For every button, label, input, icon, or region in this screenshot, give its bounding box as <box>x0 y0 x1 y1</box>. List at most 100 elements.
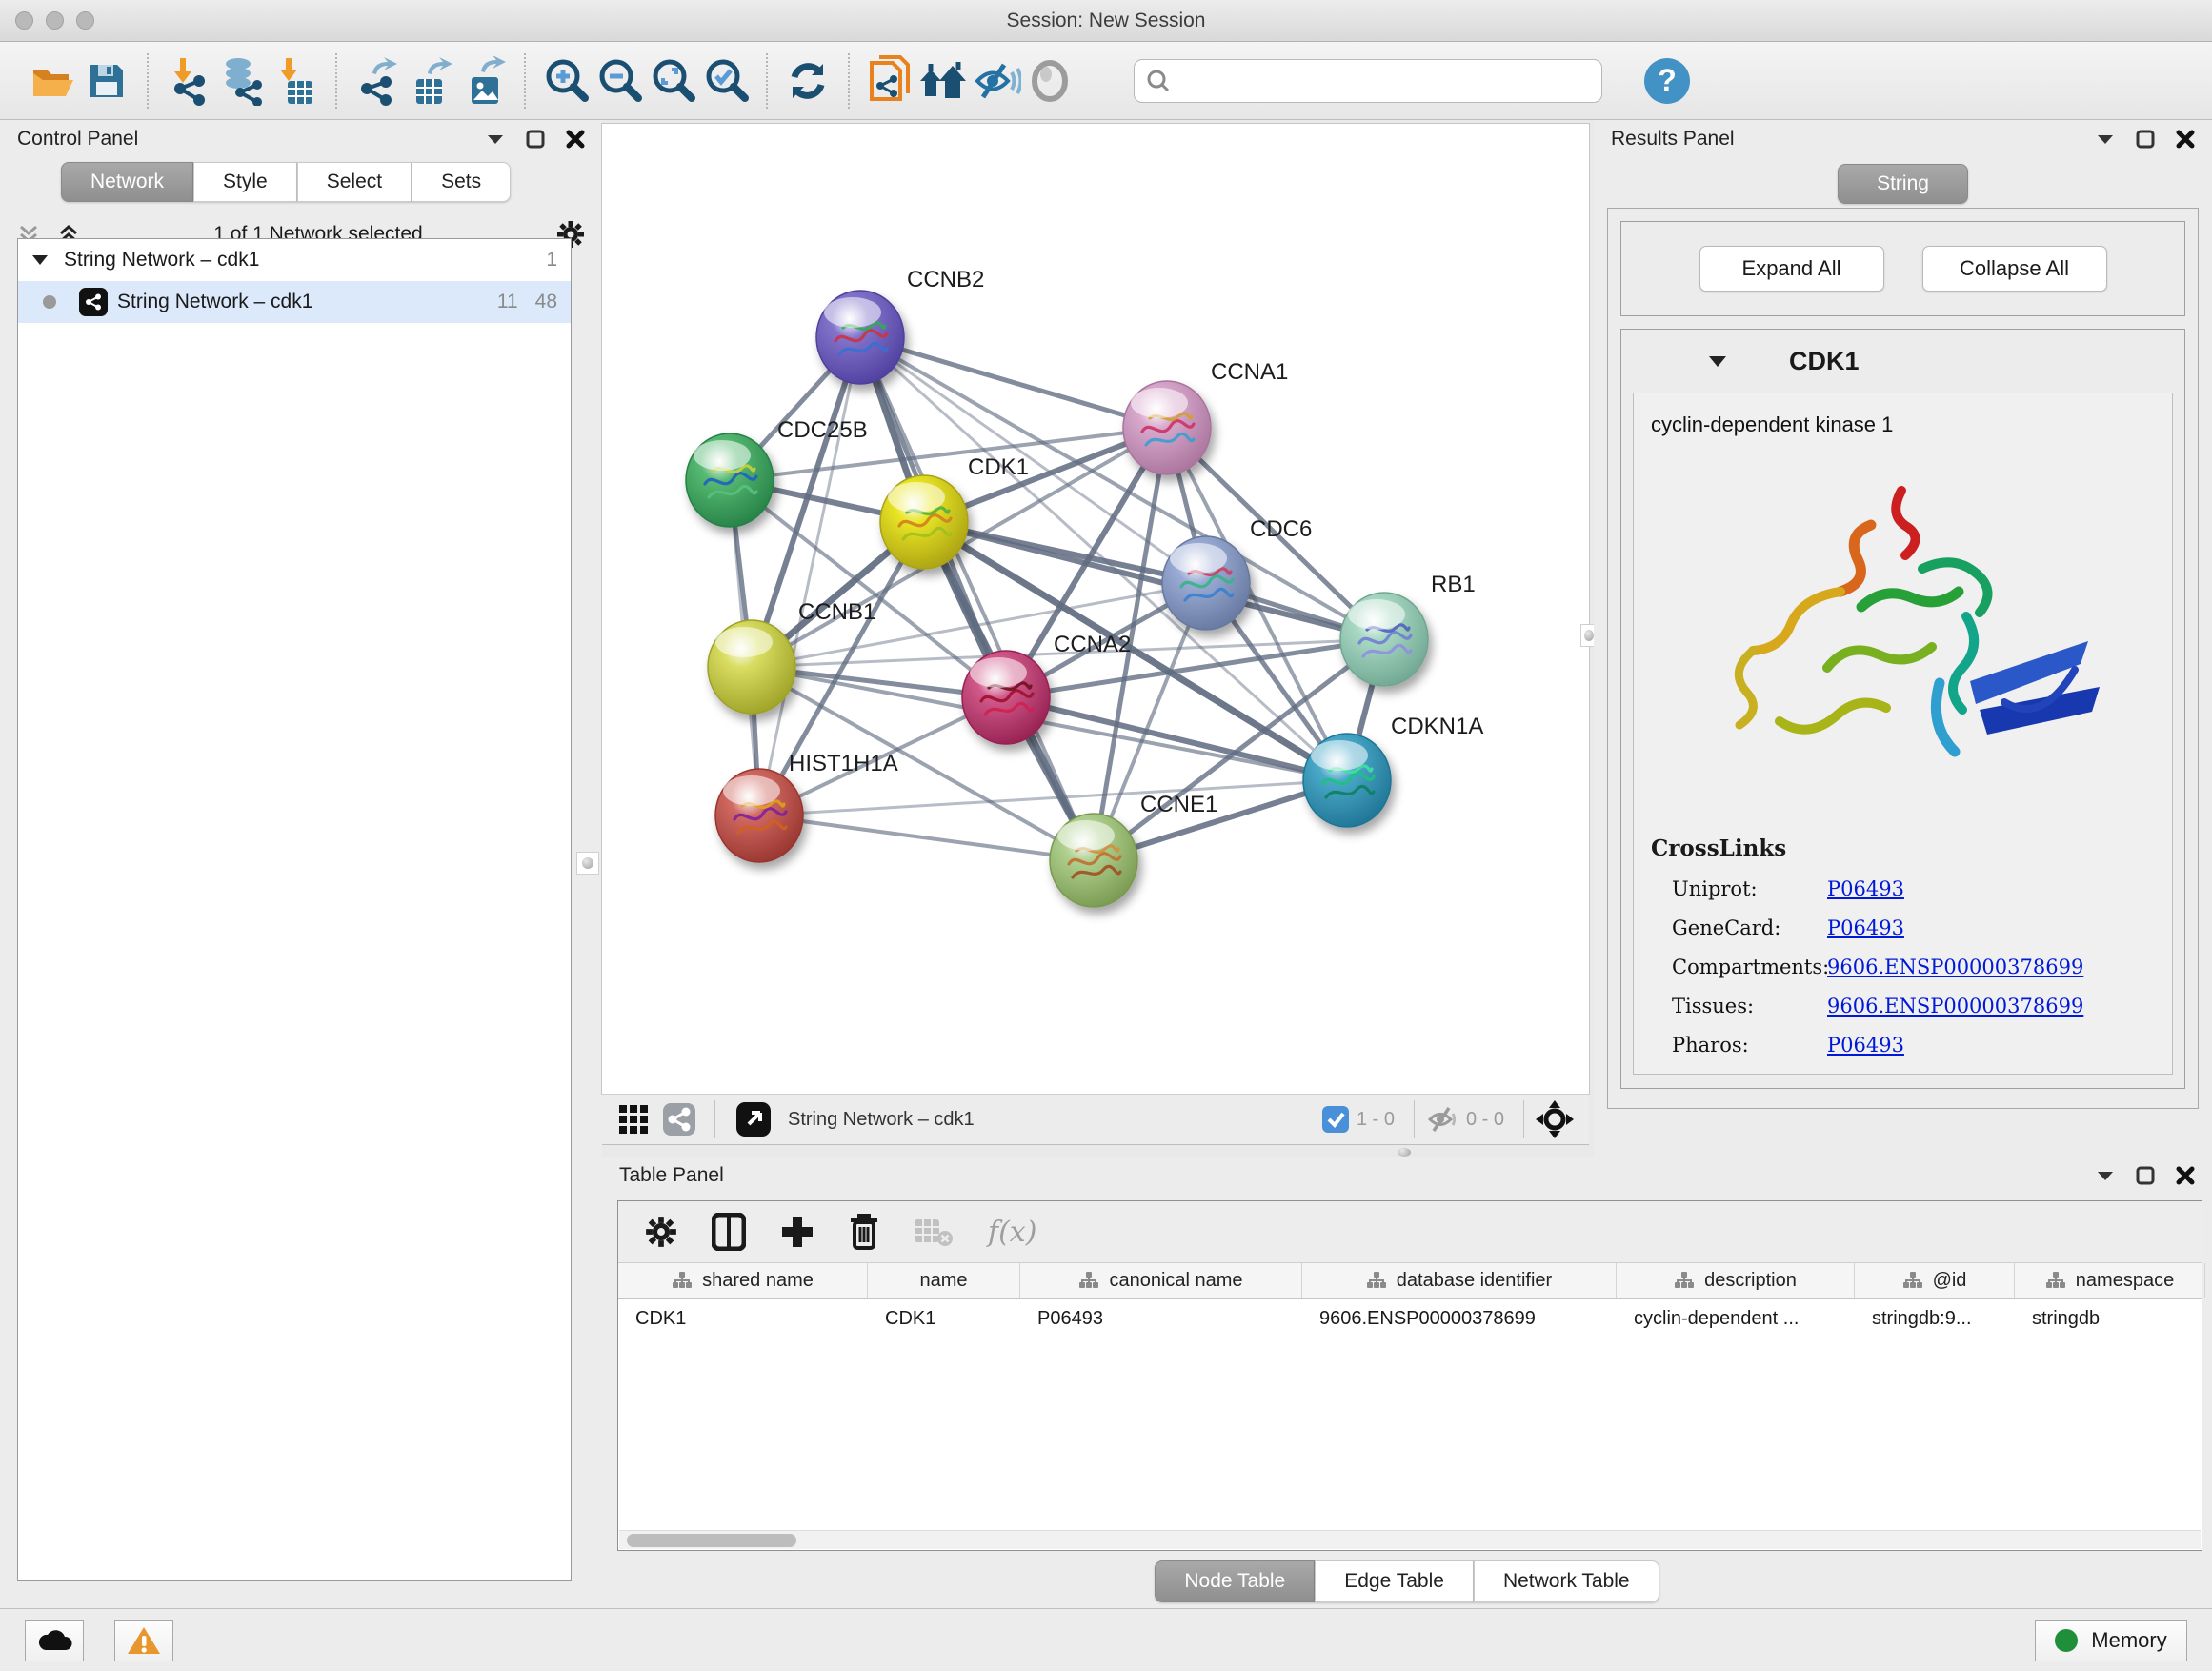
panel-menu-icon[interactable] <box>2096 132 2115 146</box>
tab-edge-table[interactable]: Edge Table <box>1315 1560 1474 1602</box>
network-edge-HIST1H1A-CCNE1[interactable] <box>759 815 1094 860</box>
table-data-row[interactable]: CDK1CDK1P064939606.ENSP00000378699cyclin… <box>618 1299 2202 1339</box>
import-network-database-button[interactable] <box>215 52 269 110</box>
network-node-CDK1[interactable]: CDK1 <box>880 454 1029 569</box>
network-edge-CCNB2-CCNA1[interactable] <box>860 337 1167 428</box>
grid-view-icon[interactable] <box>619 1105 648 1134</box>
import-network-file-button[interactable] <box>162 52 215 110</box>
close-panel-icon[interactable] <box>566 130 585 149</box>
string-panels-button[interactable] <box>863 52 916 110</box>
node-entry-header[interactable]: CDK1 <box>1621 330 2184 393</box>
column-header-canonical-name[interactable]: canonical name <box>1020 1263 1302 1298</box>
home-networks-button[interactable] <box>916 52 970 110</box>
close-panel-icon[interactable] <box>2176 1166 2195 1185</box>
help-button[interactable]: ? <box>1644 58 1690 104</box>
crosslink-link[interactable]: P06493 <box>1827 1034 1904 1057</box>
network-node-RB1[interactable]: RB1 <box>1340 572 1476 686</box>
close-panel-icon[interactable] <box>2176 130 2195 149</box>
float-panel-icon[interactable] <box>2136 1166 2155 1185</box>
birdseye-crosshair-icon[interactable] <box>1536 1100 1574 1138</box>
float-panel-icon[interactable] <box>526 130 545 149</box>
table-cell[interactable]: 9606.ENSP00000378699 <box>1302 1299 1617 1339</box>
crosslink-link[interactable]: 9606.ENSP00000378699 <box>1827 956 2083 978</box>
crosslink-link[interactable]: P06493 <box>1827 916 1904 939</box>
network-edge-CCNB2-CCNE1[interactable] <box>860 337 1094 860</box>
column-header-name[interactable]: name <box>868 1263 1020 1298</box>
table-cell[interactable]: cyclin-dependent ... <box>1617 1299 1855 1339</box>
collapse-entry-icon[interactable] <box>1707 353 1728 369</box>
column-header-description[interactable]: description <box>1617 1263 1855 1298</box>
column-header-namespace[interactable]: namespace <box>2015 1263 2205 1298</box>
expand-all-button[interactable]: Expand All <box>1699 246 1884 292</box>
table-cell[interactable]: P06493 <box>1020 1299 1302 1339</box>
zoom-in-button[interactable] <box>539 52 593 110</box>
table-cell[interactable]: stringdb:9... <box>1855 1299 2015 1339</box>
tab-string[interactable]: String <box>1838 164 1968 204</box>
hidden-eye-slash-icon[interactable] <box>1426 1105 1458 1134</box>
column-type-icon <box>1902 1271 1923 1290</box>
crosslink-link[interactable]: P06493 <box>1827 877 1904 900</box>
table-cell[interactable]: stringdb <box>2015 1299 2205 1339</box>
table-header-row[interactable]: shared name namecanonical namedatabase id… <box>618 1262 2202 1299</box>
zoom-fit-button[interactable] <box>646 52 699 110</box>
open-session-button[interactable] <box>27 52 80 110</box>
export-table-button[interactable] <box>404 52 457 110</box>
memory-button[interactable]: Memory <box>2035 1620 2187 1661</box>
show-columns-icon[interactable] <box>712 1213 746 1251</box>
open-view-icon[interactable] <box>736 1102 771 1137</box>
delete-column-trash-icon[interactable] <box>849 1213 879 1251</box>
panel-menu-icon[interactable] <box>2096 1169 2115 1182</box>
eye-disabled-button[interactable] <box>1023 52 1076 110</box>
save-session-button[interactable] <box>80 52 133 110</box>
network-edge-CCNB2-HIST1H1A[interactable] <box>759 337 860 815</box>
network-node-CCNA1[interactable]: CCNA1 <box>1123 359 1288 474</box>
table-cell[interactable]: CDK1 <box>618 1299 868 1339</box>
search-input[interactable] <box>1171 70 1580 91</box>
cloud-services-button[interactable] <box>25 1620 84 1661</box>
scrollbar-handle[interactable] <box>627 1534 796 1547</box>
enhanced-graphics-button[interactable] <box>970 52 1023 110</box>
tab-node-table[interactable]: Node Table <box>1155 1560 1315 1602</box>
network-node-CDC25B[interactable]: CDC25B <box>686 417 868 527</box>
selected-checkbox-icon[interactable] <box>1322 1106 1349 1133</box>
network-row[interactable]: String Network – cdk1 11 48 <box>18 281 571 323</box>
warnings-button[interactable] <box>114 1620 173 1661</box>
float-panel-icon[interactable] <box>2136 130 2155 149</box>
search-icon <box>1146 69 1171 93</box>
add-column-icon[interactable] <box>780 1215 814 1249</box>
column-label: shared name <box>702 1270 814 1292</box>
tab-select[interactable]: Select <box>297 162 412 202</box>
apply-layout-button[interactable] <box>781 52 835 110</box>
column-header-database-identifier[interactable]: database identifier <box>1302 1263 1617 1298</box>
column-header-shared-name[interactable]: shared name <box>618 1263 868 1298</box>
panel-menu-icon[interactable] <box>486 132 505 146</box>
column-header--id[interactable]: @id <box>1855 1263 2015 1298</box>
export-network-button[interactable] <box>351 52 404 110</box>
tab-style[interactable]: Style <box>193 162 297 202</box>
table-horizontal-scrollbar[interactable] <box>619 1530 2201 1549</box>
network-node-HIST1H1A[interactable]: HIST1H1A <box>715 751 898 862</box>
network-node-CDKN1A[interactable]: CDKN1A <box>1303 714 1483 827</box>
tab-network-table[interactable]: Network Table <box>1474 1560 1659 1602</box>
network-collection-row[interactable]: String Network – cdk1 1 <box>18 239 571 281</box>
table-settings-gear-icon[interactable] <box>645 1216 677 1248</box>
zoom-out-button[interactable] <box>593 52 646 110</box>
crosslink-link[interactable]: 9606.ENSP00000378699 <box>1827 995 2083 1017</box>
network-view-canvas[interactable]: CCNB2CCNA1CDC25BCDK1CDC6RB1CCNB1CCNA2CDK… <box>602 124 1589 1094</box>
tab-sets[interactable]: Sets <box>412 162 511 202</box>
tree-expand-icon[interactable] <box>31 253 49 267</box>
tab-network[interactable]: Network <box>61 162 193 202</box>
export-image-button[interactable] <box>457 52 511 110</box>
node-label-CDC6: CDC6 <box>1250 516 1312 542</box>
window-title: Session: New Session <box>0 10 2212 32</box>
crosslinks-title: CrossLinks <box>1651 836 2155 861</box>
collapse-all-button[interactable]: Collapse All <box>1922 246 2107 292</box>
vertical-splitter-handle-left[interactable] <box>576 852 599 875</box>
node-label-CCNB1: CCNB1 <box>798 599 875 625</box>
table-cell[interactable]: CDK1 <box>868 1299 1020 1339</box>
string-badge-gray-icon[interactable] <box>663 1103 695 1136</box>
import-table-button[interactable] <box>269 52 322 110</box>
zoom-selected-button[interactable] <box>699 52 753 110</box>
network-node-CCNE1[interactable]: CCNE1 <box>1050 792 1217 907</box>
search-box[interactable] <box>1134 59 1602 103</box>
